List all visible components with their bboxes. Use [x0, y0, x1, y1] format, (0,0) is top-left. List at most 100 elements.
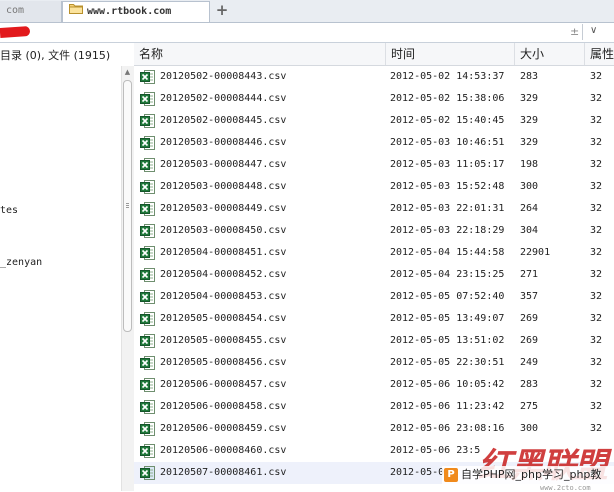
new-tab-button[interactable]: + — [214, 2, 230, 18]
file-time: 2012-05-03 11:05:17 — [390, 159, 505, 170]
excel-file-icon — [140, 267, 156, 283]
file-attr: 32 — [590, 225, 603, 236]
file-size: 304 — [520, 225, 539, 236]
file-row[interactable]: 20120504-00008452.csv 2012-05-04 23:15:25… — [134, 264, 614, 286]
file-name: 20120504-00008452.csv — [160, 269, 287, 280]
file-time: 2012-05-0 — [390, 467, 445, 478]
file-time: 2012-05-03 10:46:51 — [390, 137, 505, 148]
excel-file-icon — [140, 201, 156, 217]
file-row[interactable]: 20120505-00008456.csv 2012-05-05 22:30:51… — [134, 352, 614, 374]
excel-file-icon — [140, 399, 156, 415]
file-name: 20120507-00008461.csv — [160, 467, 287, 478]
grip-line — [126, 207, 129, 208]
redaction-mark — [0, 25, 31, 39]
file-attr: 32 — [590, 247, 603, 258]
file-row[interactable]: 20120502-00008445.csv 2012-05-02 15:40:45… — [134, 110, 614, 132]
file-row[interactable]: 20120503-00008449.csv 2012-05-03 22:01:31… — [134, 198, 614, 220]
tab-previous[interactable]: com — [0, 1, 62, 22]
php-logo-icon: P — [444, 468, 458, 482]
file-size: 249 — [520, 357, 539, 368]
file-size: 198 — [520, 159, 539, 170]
excel-file-icon — [140, 355, 156, 371]
file-name: 20120503-00008447.csv — [160, 159, 287, 170]
file-row[interactable]: 20120503-00008448.csv 2012-05-03 15:52:48… — [134, 176, 614, 198]
file-size: 271 — [520, 269, 539, 280]
file-row[interactable]: 20120505-00008455.csv 2012-05-05 13:51:02… — [134, 330, 614, 352]
column-time-header[interactable]: 时间 — [386, 43, 515, 65]
file-attr: 32 — [590, 181, 603, 192]
file-attr: 32 — [590, 423, 603, 434]
tab-previous-label: com — [6, 5, 25, 16]
file-name: 20120504-00008453.csv — [160, 291, 287, 302]
file-size: 329 — [520, 115, 539, 126]
file-row[interactable]: 20120502-00008443.csv 2012-05-02 14:53:37… — [134, 66, 614, 88]
grip-line — [126, 205, 129, 206]
scroll-up-arrow-icon[interactable]: ▲ — [123, 68, 132, 76]
file-row[interactable]: 20120505-00008454.csv 2012-05-05 13:49:07… — [134, 308, 614, 330]
file-size: 300 — [520, 423, 539, 434]
file-name: 20120505-00008456.csv — [160, 357, 287, 368]
file-name: 20120502-00008444.csv — [160, 93, 287, 104]
file-time: 2012-05-04 15:44:58 — [390, 247, 505, 258]
excel-file-icon — [140, 91, 156, 107]
file-size: 22901 — [520, 247, 551, 258]
file-time: 2012-05-04 23:15:25 — [390, 269, 505, 280]
chevron-down-icon[interactable]: ∨ — [590, 25, 597, 36]
file-time: 2012-05-05 13:49:07 — [390, 313, 505, 324]
file-size: 264 — [520, 203, 539, 214]
tab-bar: com www.rtbook.com + — [0, 0, 614, 23]
file-size: 269 — [520, 335, 539, 346]
file-attr: 32 — [590, 401, 603, 412]
file-attr: 32 — [590, 115, 603, 126]
column-header: 名称 时间 大小 属性 — [134, 43, 614, 66]
file-attr: 32 — [590, 291, 603, 302]
file-row[interactable]: 20120506-00008458.csv 2012-05-06 11:23:42… — [134, 396, 614, 418]
tab-active[interactable]: www.rtbook.com — [62, 1, 210, 22]
file-row[interactable]: 20120503-00008450.csv 2012-05-03 22:18:29… — [134, 220, 614, 242]
file-row[interactable]: 20120503-00008446.csv 2012-05-03 10:46:51… — [134, 132, 614, 154]
column-size-header[interactable]: 大小 — [515, 43, 585, 65]
file-size: 329 — [520, 93, 539, 104]
file-name: 20120502-00008445.csv — [160, 115, 287, 126]
file-attr: 32 — [590, 313, 603, 324]
file-name: 20120505-00008455.csv — [160, 335, 287, 346]
column-attr-header[interactable]: 属性 — [585, 43, 614, 65]
address-bar[interactable]: ± ∨ — [0, 23, 614, 43]
watermark-banner: P 自学PHP网_php学习_php教 — [442, 466, 614, 484]
file-time: 2012-05-03 15:52:48 — [390, 181, 505, 192]
file-row[interactable]: 20120504-00008451.csv 2012-05-04 15:44:58… — [134, 242, 614, 264]
file-name: 20120503-00008450.csv — [160, 225, 287, 236]
left-scrollbar-thumb[interactable] — [123, 80, 132, 332]
excel-file-icon — [140, 223, 156, 239]
excel-file-icon — [140, 157, 156, 173]
file-row[interactable]: 20120504-00008453.csv 2012-05-05 07:52:40… — [134, 286, 614, 308]
file-row[interactable]: 20120506-00008459.csv 2012-05-06 23:08:16… — [134, 418, 614, 440]
clear-address-icon[interactable]: ± — [570, 25, 579, 38]
excel-file-icon — [140, 113, 156, 129]
file-row[interactable]: 20120506-00008457.csv 2012-05-06 10:05:42… — [134, 374, 614, 396]
file-name: 20120503-00008446.csv — [160, 137, 287, 148]
file-name: 20120504-00008451.csv — [160, 247, 287, 258]
excel-file-icon — [140, 465, 156, 481]
file-time: 2012-05-06 11:23:42 — [390, 401, 505, 412]
folder-tree-pane: 目录 (0), 文件 (1915) tes _zenyan — [0, 43, 134, 491]
file-size: 283 — [520, 71, 539, 82]
tab-active-label: www.rtbook.com — [87, 6, 172, 17]
excel-file-icon — [140, 289, 156, 305]
file-attr: 32 — [590, 71, 603, 82]
file-attr: 32 — [590, 357, 603, 368]
tree-item-label[interactable]: _zenyan — [0, 257, 42, 268]
tree-item-label[interactable]: tes — [0, 205, 18, 216]
column-name-header[interactable]: 名称 — [134, 43, 386, 65]
file-row[interactable]: 20120502-00008444.csv 2012-05-02 15:38:06… — [134, 88, 614, 110]
file-attr: 32 — [590, 137, 603, 148]
file-name: 20120506-00008460.csv — [160, 445, 287, 456]
file-row[interactable]: 20120503-00008447.csv 2012-05-03 11:05:17… — [134, 154, 614, 176]
file-attr: 32 — [590, 93, 603, 104]
excel-file-icon — [140, 311, 156, 327]
file-name: 20120506-00008457.csv — [160, 379, 287, 390]
file-list: 20120502-00008443.csv 2012-05-02 14:53:37… — [134, 66, 614, 491]
address-separator — [582, 24, 583, 40]
file-attr: 32 — [590, 335, 603, 346]
file-name: 20120506-00008459.csv — [160, 423, 287, 434]
